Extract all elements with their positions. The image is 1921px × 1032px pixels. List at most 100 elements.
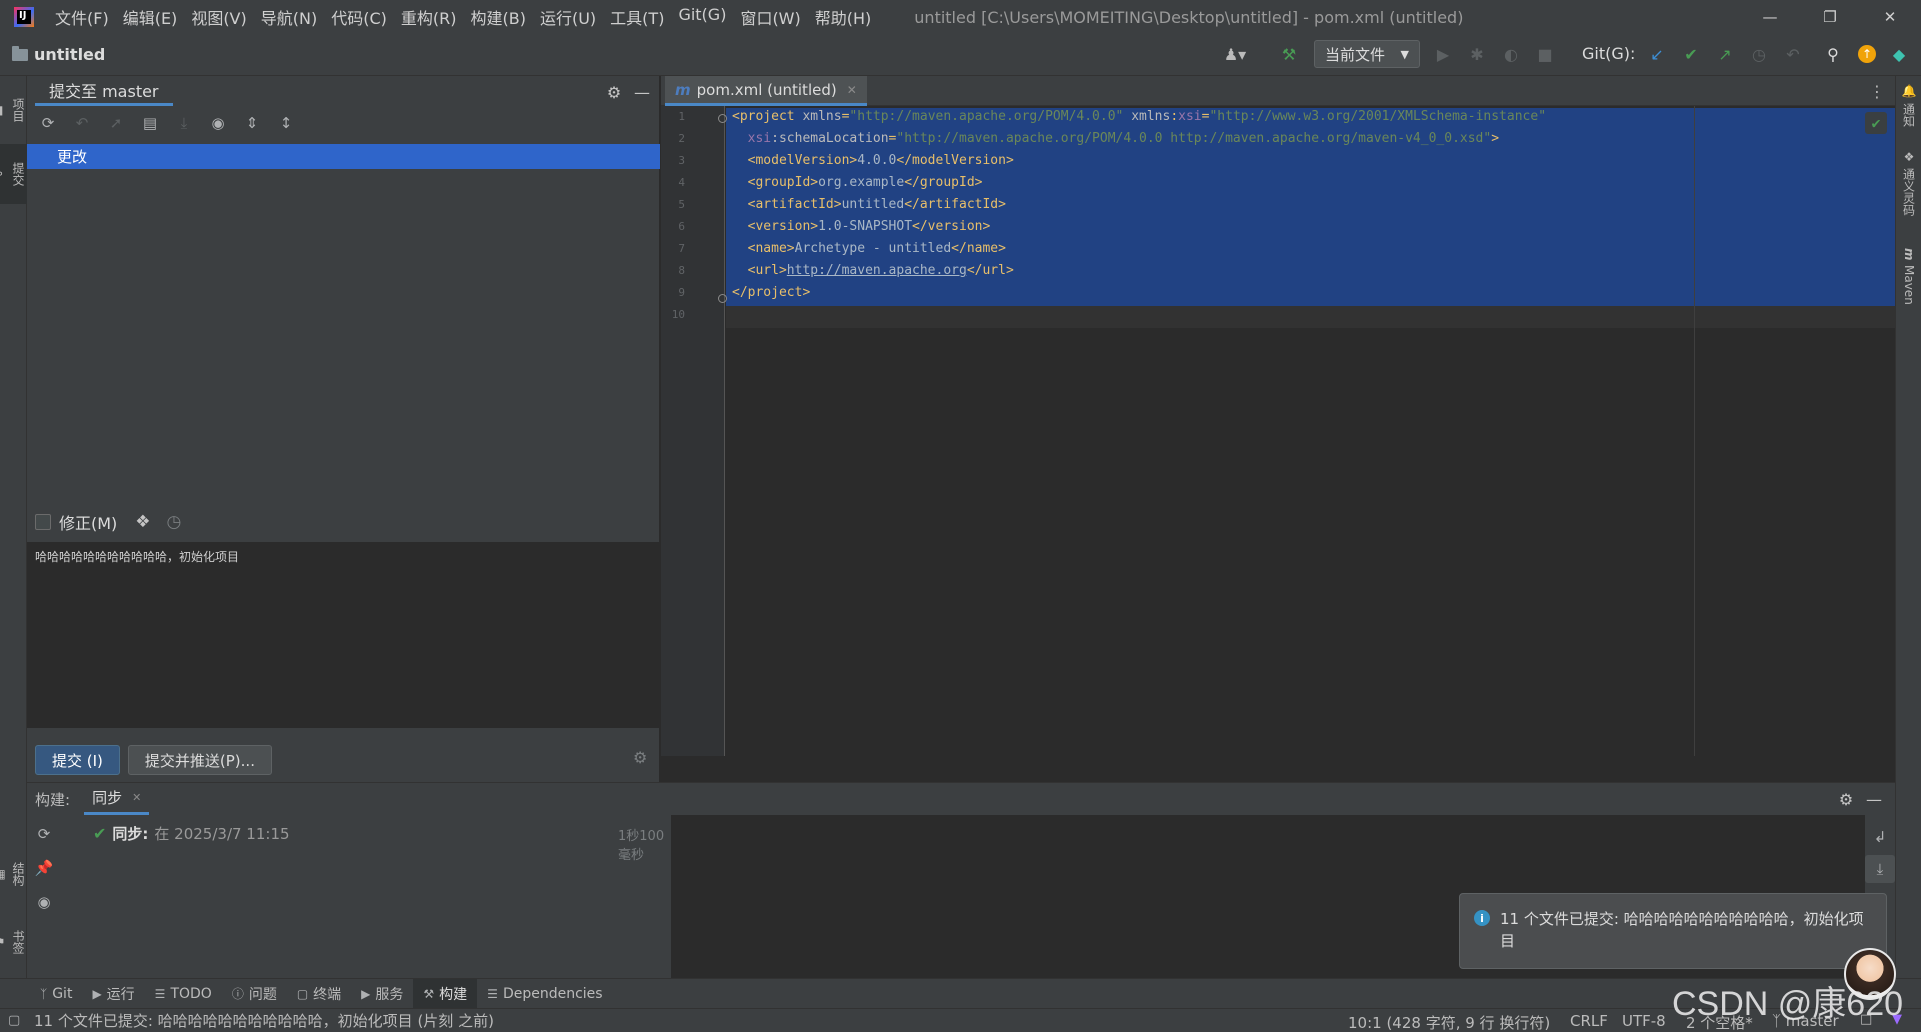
menu-item[interactable]: Git(G) <box>671 5 733 29</box>
view-options-icon[interactable]: ◉ <box>205 110 231 136</box>
build-hammer-icon[interactable]: ⚒ <box>1276 41 1302 67</box>
collapse-all-icon[interactable]: ↕ <box>273 110 299 136</box>
git-rollback-icon[interactable]: ↶ <box>1780 41 1806 67</box>
commit-icon: ⚬ <box>0 167 7 181</box>
commit-tool-button[interactable]: 提交 ⚬ <box>0 144 27 204</box>
tool-run-button[interactable]: ▶ 运行 <box>82 979 144 1009</box>
coverage-icon[interactable]: ◐ <box>1498 41 1524 67</box>
menu-item[interactable]: 视图(V) <box>184 5 253 29</box>
tool-todo-button[interactable]: ☰ TODO <box>145 979 222 1009</box>
commit-panel-header: 提交至 master ⚙ — <box>27 76 659 106</box>
tool-terminal-button[interactable]: ▢ 终端 <box>287 979 351 1009</box>
rerun-icon[interactable]: ⟳ <box>31 821 57 847</box>
tool-build-button[interactable]: ⚒ 构建 <box>413 978 478 1009</box>
close-window-button[interactable]: ✕ <box>1860 0 1920 34</box>
minimize-button[interactable]: — <box>1740 0 1800 34</box>
status-message[interactable]: 11 个文件已提交: 哈哈哈哈哈哈哈哈哈哈哈，初始化项目 (片刻 之前) <box>34 1010 494 1031</box>
tool-terminal-label: 终端 <box>313 986 342 1003</box>
line-separator[interactable]: CRLF <box>1570 1012 1608 1030</box>
changelist-icon[interactable]: ▤ <box>137 110 163 136</box>
hide-panel-icon[interactable]: — <box>631 81 653 103</box>
menu-item[interactable]: 构建(B) <box>464 5 533 29</box>
inspection-ok-icon[interactable]: ✔ <box>1865 112 1887 134</box>
git-history-icon[interactable]: ◷ <box>1746 41 1772 67</box>
commit-to-branch-tab[interactable]: 提交至 master <box>35 76 173 106</box>
commit-history-icon[interactable]: ◷ <box>167 512 182 532</box>
bell-icon: 🔔 <box>1902 84 1916 99</box>
project-breadcrumb[interactable]: untitled <box>12 45 105 64</box>
notifications-tool-button[interactable]: 🔔 通知 <box>1896 84 1921 136</box>
scroll-to-end-icon[interactable]: ⤓ <box>1865 855 1895 883</box>
commit-options-gear-icon[interactable]: ⚙ <box>633 748 647 767</box>
menu-item[interactable]: 重构(R) <box>394 5 464 29</box>
file-encoding[interactable]: UTF-8 <box>1622 1012 1666 1030</box>
editor-tab-pom[interactable]: m pom.xml (untitled) ✕ <box>665 76 867 106</box>
git-push-icon[interactable]: ↗ <box>1712 41 1738 67</box>
amend-checkbox[interactable] <box>35 514 51 530</box>
close-tab-icon[interactable]: ✕ <box>132 791 141 804</box>
bookmarks-tool-button[interactable]: 书签 ⚑ <box>0 914 27 970</box>
menu-item[interactable]: 代码(C) <box>324 5 394 29</box>
menu-item[interactable]: 编辑(E) <box>116 5 185 29</box>
menu-item[interactable]: 文件(F) <box>48 5 116 29</box>
expand-all-icon[interactable]: ⇕ <box>239 110 265 136</box>
view-options-icon[interactable]: ◉ <box>31 889 57 915</box>
commit-button[interactable]: 提交 (I) <box>35 745 120 775</box>
caret-position[interactable]: 10:1 (428 字符, 9 行 换行符) <box>1348 1012 1550 1032</box>
tool-services-button[interactable]: ▶ 服务 <box>351 979 413 1009</box>
code-line-8: <url>http://maven.apache.org</url> <box>747 263 1014 278</box>
search-icon[interactable]: ⚲ <box>1820 41 1846 67</box>
changes-tree: 更改 <box>27 144 660 504</box>
editor-tab-label: pom.xml (untitled) <box>696 80 837 99</box>
user-profile-icon[interactable]: ♟▾ <box>1222 41 1248 67</box>
soft-wrap-icon[interactable]: ↲ <box>1865 823 1895 851</box>
ai-assistant-tool-button[interactable]: ❖ 通义灵码 <box>1896 150 1921 234</box>
plugin-icon[interactable]: ◆ <box>1886 41 1912 67</box>
debug-icon[interactable]: ✱ <box>1464 41 1490 67</box>
tool-git-button[interactable]: ᛉ Git <box>30 979 82 1009</box>
run-icon[interactable]: ▶ <box>1430 41 1456 67</box>
amend-label: 修正(M) <box>59 514 118 533</box>
terminal-icon: ▢ <box>296 986 309 1001</box>
line-number: 2 <box>678 132 685 145</box>
sync-tab[interactable]: 同步 ✕ <box>84 783 150 815</box>
line-number: 5 <box>678 198 685 211</box>
menu-item[interactable]: 窗口(W) <box>733 5 807 29</box>
run-configuration-select[interactable]: 当前文件 ▼ <box>1314 40 1420 68</box>
code-editor[interactable]: 1 2 3 4 5 6 7 8 9 10 <project xmlns="http://maven… <box>661 106 1895 756</box>
more-options-icon[interactable]: ⋮ <box>1869 82 1885 101</box>
show-diff-icon[interactable]: ➚ <box>103 110 129 136</box>
git-update-icon[interactable]: ↙ <box>1644 41 1670 67</box>
restore-button[interactable]: ❐ <box>1800 0 1860 34</box>
menu-item[interactable]: 导航(N) <box>254 5 324 29</box>
changes-node[interactable]: 更改 <box>27 144 660 169</box>
success-check-icon: ✔ <box>93 824 107 843</box>
commit-notification[interactable]: i 11 个文件已提交: 哈哈哈哈哈哈哈哈哈哈哈，初始化项目 <box>1459 893 1887 969</box>
status-toggle-icon[interactable]: ▢ <box>8 1013 20 1028</box>
sync-result-row[interactable]: ✔ 同步: 在 2025/3/7 11:15 <box>93 823 290 844</box>
gear-icon[interactable]: ⚙ <box>1835 788 1857 810</box>
git-commit-icon[interactable]: ✔ <box>1678 41 1704 67</box>
menu-item[interactable]: 运行(U) <box>533 5 603 29</box>
structure-tool-button[interactable]: 结构 ▦ <box>0 846 27 902</box>
gear-icon[interactable]: ⚙ <box>603 81 625 103</box>
update-available-icon[interactable]: ↑ <box>1854 41 1880 67</box>
project-tool-button[interactable]: 项目 ▮ <box>0 82 27 138</box>
commit-and-push-button[interactable]: 提交并推送(P)... <box>127 745 272 775</box>
build-panel-title: 构建: <box>35 790 71 809</box>
menu-item[interactable]: 工具(T) <box>603 5 671 29</box>
commit-message-input[interactable]: 哈哈哈哈哈哈哈哈哈哈哈，初始化项目 <box>27 542 660 728</box>
pin-icon[interactable]: 📌 <box>31 855 57 881</box>
hide-panel-icon[interactable]: — <box>1863 788 1885 810</box>
stop-icon[interactable]: ■ <box>1532 41 1558 67</box>
tool-run-label: 运行 <box>106 986 135 1003</box>
refresh-icon[interactable]: ⟳ <box>35 110 61 136</box>
close-tab-icon[interactable]: ✕ <box>847 83 857 97</box>
tool-problems-button[interactable]: ⓘ 问题 <box>222 979 287 1009</box>
tool-dependencies-button[interactable]: ☰ Dependencies <box>477 979 612 1009</box>
menu-item[interactable]: 帮助(H) <box>808 5 879 29</box>
shelve-icon[interactable]: ⤓ <box>171 110 197 136</box>
maven-tool-button[interactable]: m Maven <box>1896 248 1921 318</box>
ai-message-icon[interactable]: ❖ <box>135 512 150 532</box>
rollback-icon[interactable]: ↶ <box>69 110 95 136</box>
